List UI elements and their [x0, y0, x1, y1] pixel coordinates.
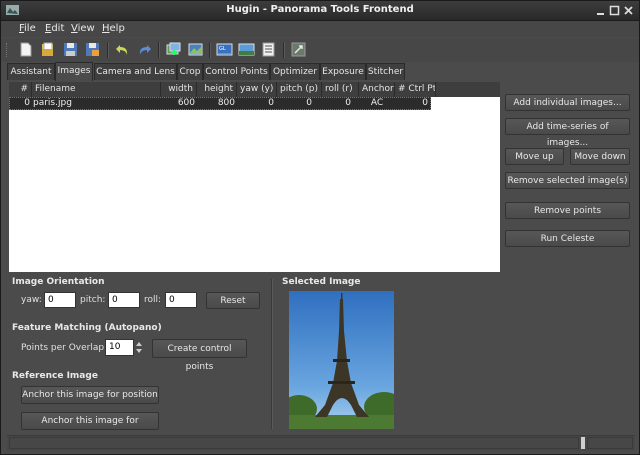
toolbar-separator: [283, 42, 285, 58]
fast-preview-icon[interactable]: [238, 41, 255, 58]
menu-help[interactable]: Help: [102, 23, 125, 34]
cell-ctrl-points: 0: [422, 98, 428, 108]
tab-control-points[interactable]: Control Points: [203, 63, 270, 80]
tab-images[interactable]: Images: [55, 62, 93, 81]
maximize-icon[interactable]: [609, 5, 620, 16]
points-per-overlap-input[interactable]: 10: [105, 339, 134, 356]
column-header-yaw[interactable]: yaw (y): [237, 82, 277, 97]
selected-image-heading: Selected Image: [282, 277, 361, 287]
pitch-label: pitch:: [80, 295, 106, 305]
close-icon[interactable]: [623, 5, 634, 16]
stepper-arrows-icon[interactable]: [135, 339, 143, 356]
toolbar: GL: [1, 38, 639, 62]
tab-camera-and-lens[interactable]: Camera and Lens: [94, 63, 177, 80]
tab-exposure[interactable]: Exposure: [320, 63, 366, 80]
yaw-label: yaw:: [21, 295, 42, 305]
column-header-roll[interactable]: roll (r): [322, 82, 359, 97]
minimize-icon[interactable]: [595, 5, 606, 16]
undo-icon[interactable]: [114, 41, 131, 58]
column-header-height[interactable]: height: [197, 82, 237, 97]
preview-icon[interactable]: GL: [216, 41, 233, 58]
remove-selected-images-button[interactable]: Remove selected image(s): [505, 172, 630, 189]
move-down-button[interactable]: Move down: [570, 148, 630, 165]
add-individual-images-button[interactable]: Add individual images...: [505, 94, 630, 111]
menu-view[interactable]: View: [71, 23, 95, 34]
status-field: [9, 437, 579, 449]
column-header-filename[interactable]: Filename: [32, 82, 161, 97]
add-time-series-button[interactable]: Add time-series of images...: [505, 118, 630, 148]
toolbar-separator: [209, 42, 211, 58]
points-per-overlap-label: Points per Overlap:: [21, 343, 108, 353]
anchor-position-button[interactable]: Anchor this image for position: [21, 386, 159, 404]
selected-image-preview: [289, 291, 394, 429]
move-up-button[interactable]: Move up: [505, 148, 564, 165]
menu-bar: File Edit View Help: [1, 21, 639, 37]
column-header-pitch[interactable]: pitch (p): [277, 82, 322, 97]
run-celeste-button[interactable]: Run Celeste: [505, 230, 630, 247]
images-table[interactable]: # Filename width height yaw (y) pitch (p…: [9, 82, 500, 272]
cell-yaw: 0: [268, 98, 274, 108]
image-orientation-heading: Image Orientation: [12, 277, 105, 287]
cell-filename: paris.jpg: [33, 98, 72, 108]
remove-points-button[interactable]: Remove points: [505, 202, 630, 219]
cell-width: 600: [177, 98, 195, 108]
cell-index: 0: [24, 98, 30, 108]
cell-height: 800: [217, 98, 235, 108]
cell-anchor: AC: [370, 98, 384, 108]
column-header-ctrl-pt[interactable]: # Ctrl Pt: [395, 82, 436, 97]
table-row[interactable]: 0 paris.jpg 600 800 0 0 0 AC 0: [9, 97, 431, 110]
create-control-points-button[interactable]: Create control points: [152, 339, 247, 372]
optimize-icon[interactable]: [290, 41, 307, 58]
reset-button[interactable]: Reset: [206, 292, 260, 309]
window-title: Hugin - Panorama Tools Frontend: [226, 4, 414, 15]
column-header-width[interactable]: width: [161, 82, 197, 97]
anchor-exposure-button[interactable]: Anchor this image for exposure: [21, 412, 159, 443]
svg-text:GL: GL: [219, 46, 226, 52]
feature-matching-heading: Feature Matching (Autopano): [12, 323, 162, 333]
tab-optimizer[interactable]: Optimizer: [270, 63, 320, 80]
pitch-input[interactable]: 0: [108, 292, 140, 308]
menu-file[interactable]: File: [19, 23, 36, 34]
status-divider: [581, 437, 585, 449]
title-bar[interactable]: Hugin - Panorama Tools Frontend: [1, 1, 639, 21]
menu-edit[interactable]: Edit: [45, 23, 64, 34]
table-header: # Filename width height yaw (y) pitch (p…: [9, 82, 500, 97]
tab-crop[interactable]: Crop: [177, 63, 203, 80]
toolbar-separator: [158, 42, 160, 58]
roll-label: roll:: [144, 295, 162, 305]
toolbar-separator: [107, 42, 109, 58]
status-bar: [7, 435, 635, 451]
new-project-icon[interactable]: [17, 41, 34, 58]
redo-icon[interactable]: [136, 41, 153, 58]
column-header-index[interactable]: #: [9, 82, 32, 97]
column-header-anchor[interactable]: Anchor: [359, 82, 395, 97]
roll-input[interactable]: 0: [165, 292, 197, 308]
save-icon[interactable]: [62, 41, 79, 58]
show-list-icon[interactable]: [260, 41, 277, 58]
application-window: Hugin - Panorama Tools Frontend File Edi…: [0, 0, 640, 455]
add-time-series-icon[interactable]: [187, 41, 204, 58]
reference-image-heading: Reference Image: [12, 371, 98, 381]
yaw-input[interactable]: 0: [44, 292, 76, 308]
open-project-icon[interactable]: [39, 41, 56, 58]
tab-assistant[interactable]: Assistant: [7, 63, 55, 80]
cell-pitch: 0: [306, 98, 312, 108]
cell-roll: 0: [345, 98, 351, 108]
save-as-icon[interactable]: [84, 41, 101, 58]
tab-stitcher[interactable]: Stitcher: [366, 63, 405, 80]
toolbar-grip[interactable]: [6, 43, 10, 57]
panel-divider: [271, 279, 273, 429]
add-images-icon[interactable]: [165, 41, 182, 58]
status-field-secondary: [587, 437, 633, 449]
